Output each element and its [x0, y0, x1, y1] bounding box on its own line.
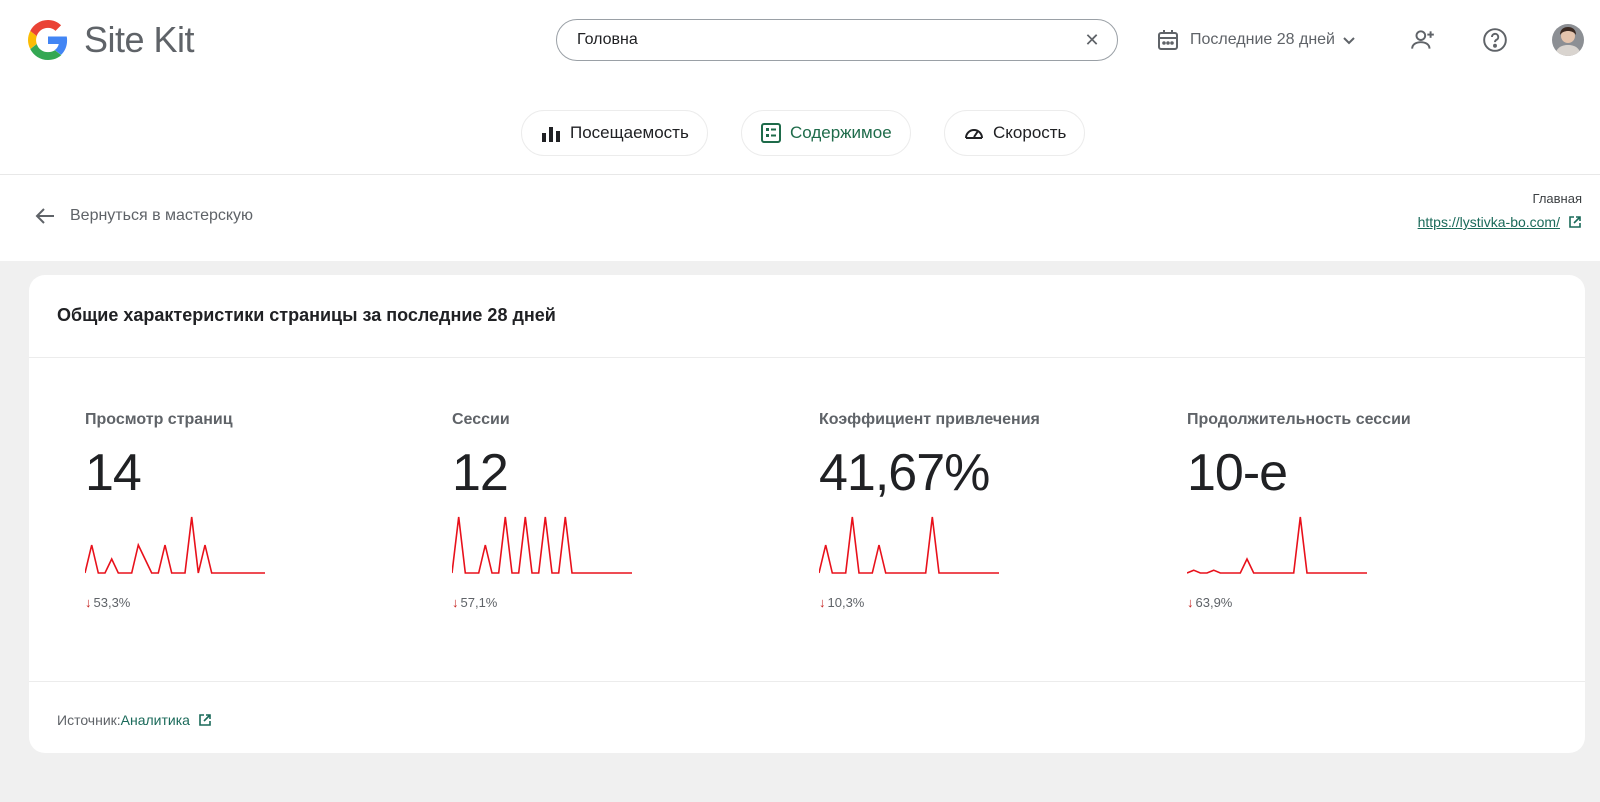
metric-engagement-rate: Коэффициент привлечения 41,67% ↓ 10,3%	[819, 411, 1149, 610]
metric-change: ↓ 53,3%	[85, 595, 415, 610]
tab-content[interactable]: Содержимое	[741, 110, 911, 156]
arrow-down-icon: ↓	[452, 595, 459, 610]
metric-change: ↓ 57,1%	[452, 595, 782, 610]
tab-label: Посещаемость	[570, 123, 689, 142]
chevron-down-icon	[1343, 37, 1355, 45]
page-overview-card: Общие характеристики страницы за последн…	[29, 275, 1585, 753]
metric-value: 14	[85, 444, 142, 502]
date-range-selector[interactable]: Последние 28 дней	[1156, 24, 1367, 56]
back-to-dashboard-link[interactable]: Вернуться в мастерскую	[34, 205, 253, 227]
calendar-icon	[1158, 30, 1178, 50]
arrow-down-icon: ↓	[1187, 595, 1194, 610]
user-photo-icon	[1552, 24, 1584, 56]
avatar[interactable]	[1552, 24, 1584, 56]
speedometer-icon	[965, 129, 983, 139]
sparkline-series	[85, 516, 265, 574]
analytics-source-link[interactable]: Аналитика	[121, 712, 212, 728]
date-range-label: Последние 28 дней	[1190, 31, 1335, 48]
source-link-text: Аналитика	[120, 712, 190, 728]
sparkline	[452, 516, 632, 574]
metric-label: Продолжительность сессии	[1187, 411, 1411, 428]
metric-sessions: Сессии 12 ↓ 57,1%	[452, 411, 782, 610]
add-user-button[interactable]	[1405, 22, 1441, 58]
google-g-icon	[28, 20, 68, 60]
metric-label: Просмотр страниц	[85, 411, 233, 428]
page-search[interactable]: Головна ✕	[556, 19, 1118, 61]
external-link-icon	[199, 714, 211, 726]
source-label: Источник:	[57, 712, 121, 728]
metric-value: 41,67%	[819, 444, 990, 502]
page-url-link[interactable]: https://lystivka-bo.com/	[1418, 214, 1582, 230]
bar-chart-icon	[542, 127, 560, 142]
tab-label: Скорость	[993, 123, 1067, 142]
tab-label: Содержимое	[790, 123, 892, 142]
help-icon	[1483, 28, 1507, 52]
metric-value: 12	[452, 444, 509, 502]
page-context-bar: Вернуться в мастерскую Главная https://l…	[0, 175, 1600, 261]
arrow-left-icon	[35, 208, 54, 224]
metric-label: Коэффициент привлечения	[819, 411, 1040, 428]
tab-traffic[interactable]: Посещаемость	[521, 110, 708, 156]
app-name: Site Kit	[84, 19, 195, 60]
metric-change-value: 10,3%	[827, 595, 865, 610]
content-icon	[761, 123, 781, 143]
top-app-bar: Site Kit Головна ✕ Последние 28 дней Пос…	[0, 0, 1600, 175]
metric-session-duration: Продолжительность сессии 10-е ↓ 63,9%	[1187, 411, 1517, 610]
dashboard-tabs: Посещаемость Содержимое Скорость	[0, 110, 1600, 156]
sparkline-series	[452, 516, 632, 574]
site-kit-logo[interactable]: Site Kit	[28, 19, 195, 60]
metrics-row: Просмотр страниц 14 ↓ 53,3% Сессии 12 ↓ …	[29, 358, 1585, 682]
clear-icon[interactable]: ✕	[1081, 29, 1103, 51]
current-page-info: Главная https://lystivka-bo.com/	[1418, 191, 1582, 232]
metric-change-value: 57,1%	[460, 595, 498, 610]
sparkline-series	[1187, 516, 1367, 574]
back-link-label: Вернуться в мастерскую	[70, 207, 254, 224]
metric-value: 10-е	[1187, 444, 1288, 502]
search-input[interactable]: Головна	[577, 31, 1081, 49]
sparkline	[1187, 516, 1367, 574]
arrow-down-icon: ↓	[85, 595, 92, 610]
tab-speed[interactable]: Скорость	[944, 110, 1086, 156]
page-title: Главная	[1532, 191, 1582, 206]
metric-change-value: 63,9%	[1195, 595, 1233, 610]
external-link-icon	[1569, 216, 1581, 228]
arrow-down-icon: ↓	[819, 595, 826, 610]
add-user-icon	[1411, 30, 1434, 49]
metric-label: Сессии	[452, 411, 510, 428]
metric-change: ↓ 63,9%	[1187, 595, 1517, 610]
sparkline	[819, 516, 999, 574]
page-url-text: https://lystivka-bo.com/	[1417, 214, 1560, 230]
sparkline	[85, 516, 265, 574]
card-title: Общие характеристики страницы за последн…	[29, 275, 1585, 358]
help-button[interactable]	[1477, 22, 1513, 58]
metric-change: ↓ 10,3%	[819, 595, 1149, 610]
sparkline-series	[819, 516, 999, 574]
card-footer: Источник: Аналитика	[29, 682, 1585, 728]
metric-pageviews: Просмотр страниц 14 ↓ 53,3%	[85, 411, 415, 610]
metric-change-value: 53,3%	[93, 595, 131, 610]
